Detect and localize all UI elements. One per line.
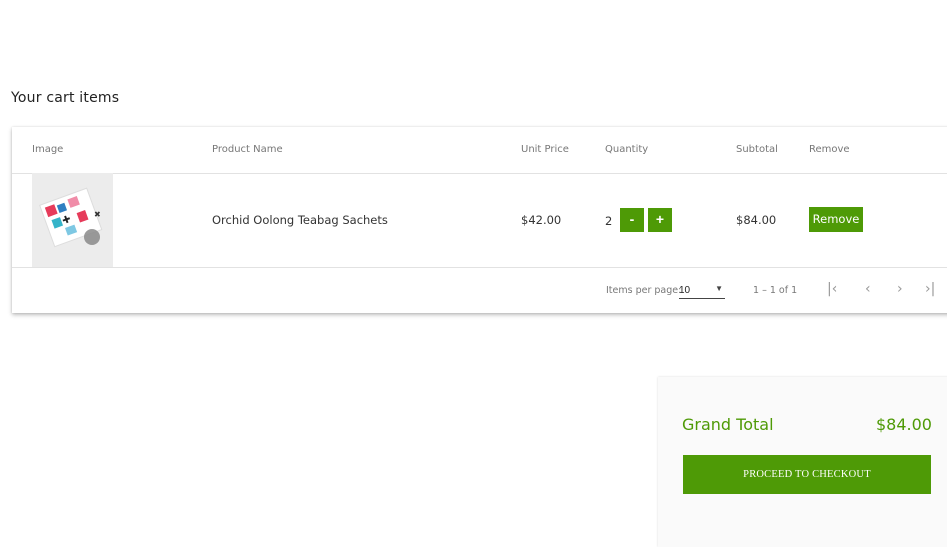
product-name: Orchid Oolong Teabag Sachets [212, 213, 388, 227]
decrement-quantity-button[interactable]: - [620, 208, 644, 232]
items-per-page-label: Items per page: [606, 285, 682, 296]
increment-quantity-button[interactable]: + [648, 208, 672, 232]
table-header-row: Image Product Name Unit Price Quantity S… [12, 127, 947, 174]
cart-table: Image Product Name Unit Price Quantity S… [12, 127, 947, 313]
items-per-page-select[interactable]: 10 ▼ [679, 280, 725, 299]
items-per-page-value: 10 [679, 285, 691, 296]
product-image: ✚ ✖ [32, 173, 113, 267]
first-page-icon[interactable]: |‹ [827, 281, 837, 297]
next-page-icon[interactable]: › [897, 281, 903, 297]
column-header-quantity: Quantity [605, 144, 649, 155]
remove-item-button[interactable]: Remove [809, 207, 863, 232]
column-header-product-name: Product Name [212, 144, 283, 155]
grand-total-value: $84.00 [876, 415, 932, 434]
paginator: Items per page: 10 ▼ 1 – 1 of 1 |‹ ‹ › ›… [12, 268, 947, 313]
column-header-image: Image [32, 144, 64, 155]
proceed-to-checkout-button[interactable]: PROCEED TO CHECKOUT [683, 455, 931, 494]
subtotal: $84.00 [736, 213, 777, 227]
unit-price: $42.00 [521, 213, 562, 227]
dropdown-arrow-icon: ▼ [715, 284, 723, 293]
grand-total-label: Grand Total [682, 415, 774, 434]
table-row: ✚ ✖ Orchid Oolong Teabag Sachets $42.00 … [12, 173, 947, 268]
order-summary: Grand Total $84.00 PROCEED TO CHECKOUT [658, 377, 947, 547]
cart-heading: Your cart items [11, 90, 120, 106]
column-header-unit-price: Unit Price [521, 144, 569, 155]
svg-text:✖: ✖ [94, 210, 101, 219]
page-range: 1 – 1 of 1 [753, 285, 798, 296]
previous-page-icon[interactable]: ‹ [865, 281, 871, 297]
last-page-icon[interactable]: ›| [925, 281, 935, 297]
column-header-remove: Remove [809, 144, 850, 155]
column-header-subtotal: Subtotal [736, 144, 778, 155]
quantity-value: 2 [605, 214, 613, 228]
